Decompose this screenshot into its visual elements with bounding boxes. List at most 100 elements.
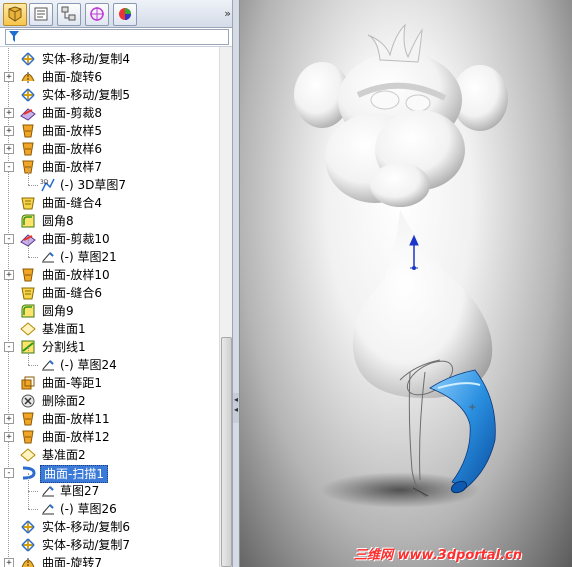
tree-item[interactable]: 实体-移动/复制4: [0, 50, 218, 68]
origin-marker: +: [468, 402, 476, 413]
collapse-toggle[interactable]: -: [4, 234, 14, 244]
tree-item[interactable]: (-) 草图24: [0, 347, 218, 374]
tab-feature-manager[interactable]: [3, 3, 27, 26]
tree-item[interactable]: - 曲面-扫描1: [0, 464, 218, 483]
expand-toggle[interactable]: +: [4, 270, 14, 280]
3d-sketch-icon: 3D: [40, 177, 56, 193]
tree-item[interactable]: 草图27: [0, 473, 218, 500]
property-manager-icon: [34, 7, 48, 21]
tree-item-label: 圆角8: [42, 214, 74, 228]
tree-item[interactable]: 曲面-缝合4: [0, 194, 218, 212]
tree-item[interactable]: 删除面2: [0, 392, 218, 410]
dimxpert-icon: [90, 7, 104, 21]
tree-item-label: 曲面-等距1: [42, 376, 102, 390]
tree-item-label: 圆角9: [42, 304, 74, 318]
tree-item-label: (-) 草图21: [60, 250, 117, 264]
filter-input[interactable]: [5, 29, 229, 45]
tree-item[interactable]: + 曲面-放样10: [0, 266, 218, 284]
tree-item-label: 曲面-剪裁8: [42, 106, 102, 120]
eye-right: [405, 94, 431, 112]
tree-item-label: (-) 草图26: [60, 502, 117, 516]
tree-item[interactable]: + 曲面-旋转7: [0, 554, 218, 567]
expand-toggle[interactable]: +: [4, 126, 14, 136]
tree-item-label: 实体-移动/复制6: [42, 520, 131, 534]
move-copy-icon: [20, 87, 36, 103]
feature-tree-icon: [8, 6, 22, 22]
tree-item[interactable]: + 曲面-剪裁8: [0, 104, 218, 122]
tree-scrollbar[interactable]: [219, 47, 232, 567]
tree-item-label: 删除面2: [42, 394, 86, 408]
tree-item-label: 基准面1: [42, 322, 86, 336]
tree-item-label: 实体-移动/复制4: [42, 52, 131, 66]
tree-item-label: 曲面-放样6: [42, 142, 102, 156]
loft-surface-icon: [20, 429, 36, 445]
filter-bar: [0, 28, 232, 47]
collapse-toggle[interactable]: -: [4, 342, 14, 352]
trim-surface-icon: [20, 105, 36, 121]
plane-icon: [20, 321, 36, 337]
monkey-model: +: [294, 23, 508, 508]
tree-item[interactable]: + 曲面-放样5: [0, 122, 218, 140]
tree-item[interactable]: 基准面1: [0, 320, 218, 338]
tree-item[interactable]: + 曲面-放样12: [0, 428, 218, 446]
expand-toggle[interactable]: +: [4, 432, 14, 442]
tree-item[interactable]: 3D (-) 3D草图7: [0, 167, 218, 194]
tree-item-label: 曲面-扫描1: [40, 465, 108, 483]
site-watermark: 三维网 www.3dportal.cn: [354, 548, 523, 563]
expand-toggle[interactable]: +: [4, 108, 14, 118]
collapse-toggle[interactable]: -: [4, 468, 14, 478]
tree-item-label: (-) 3D草图7: [60, 178, 127, 192]
tree-item-label: 基准面2: [42, 448, 86, 462]
tree-item[interactable]: 实体-移动/复制7: [0, 536, 218, 554]
tree-item[interactable]: (-) 草图21: [0, 239, 218, 266]
tree-item-label: 曲面-放样11: [42, 412, 110, 426]
panel-splitter[interactable]: ◂ ◂: [233, 0, 240, 567]
tree-item[interactable]: 圆角9: [0, 302, 218, 320]
tree-item-label: 曲面-剪裁10: [42, 232, 110, 246]
tree-item[interactable]: + 曲面-放样11: [0, 410, 218, 428]
tree-item[interactable]: - 曲面-剪裁10: [0, 230, 218, 248]
revolve-surface-icon: [20, 555, 36, 567]
tree-item[interactable]: 基准面2: [0, 446, 218, 464]
tab-dimxpert[interactable]: [85, 3, 109, 26]
tab-property-manager[interactable]: [29, 3, 53, 26]
sketch-icon: [40, 483, 56, 499]
tree-item-label: 曲面-旋转6: [42, 70, 102, 84]
tree-item[interactable]: 曲面-缝合6: [0, 284, 218, 302]
expand-toggle[interactable]: +: [4, 72, 14, 82]
tree-item-label: 分割线1: [42, 340, 86, 354]
tree-item[interactable]: (-) 草图26: [0, 491, 218, 518]
tree-item[interactable]: + 曲面-放样6: [0, 140, 218, 158]
move-copy-icon: [20, 51, 36, 67]
tree-item-label: 曲面-缝合4: [42, 196, 102, 210]
tree-item[interactable]: 圆角8: [0, 212, 218, 230]
tree-item[interactable]: 实体-移动/复制5: [0, 86, 218, 104]
expand-toggle[interactable]: +: [4, 558, 14, 567]
panel-tab-bar: »: [0, 0, 232, 28]
tree-item-label: 曲面-放样10: [42, 268, 110, 282]
collapse-toggle[interactable]: -: [4, 162, 14, 172]
tree-item[interactable]: 曲面-等距1: [0, 374, 218, 392]
plane-icon: [20, 447, 36, 463]
eye-left: [370, 90, 400, 110]
tree-item[interactable]: - 分割线1: [0, 338, 218, 356]
splitter-collapse-handle[interactable]: ◂ ◂: [233, 393, 239, 423]
expand-toggle[interactable]: +: [4, 144, 14, 154]
tab-configuration-manager[interactable]: [57, 3, 81, 26]
fillet-icon: [20, 213, 36, 229]
graphics-viewport[interactable]: + 三维网 www.3dportal.cn: [240, 0, 572, 567]
tree-item-label: 曲面-放样7: [42, 160, 102, 174]
tree-item[interactable]: - 曲面-放样7: [0, 158, 218, 176]
tree-item-label: 曲面-放样5: [42, 124, 102, 138]
scrollbar-thumb[interactable]: [221, 337, 232, 567]
expand-toggle[interactable]: +: [4, 414, 14, 424]
tree-item[interactable]: + 曲面-旋转6: [0, 68, 218, 86]
move-copy-icon: [20, 537, 36, 553]
delete-face-icon: [20, 393, 36, 409]
tree-item-label: (-) 草图24: [60, 358, 117, 372]
tab-display-manager[interactable]: [113, 3, 137, 26]
tree-item-label: 曲面-缝合6: [42, 286, 102, 300]
collapse-panel-button[interactable]: »: [224, 7, 231, 20]
tree-item-label: 草图27: [60, 484, 100, 498]
tree-item[interactable]: 实体-移动/复制6: [0, 518, 218, 536]
